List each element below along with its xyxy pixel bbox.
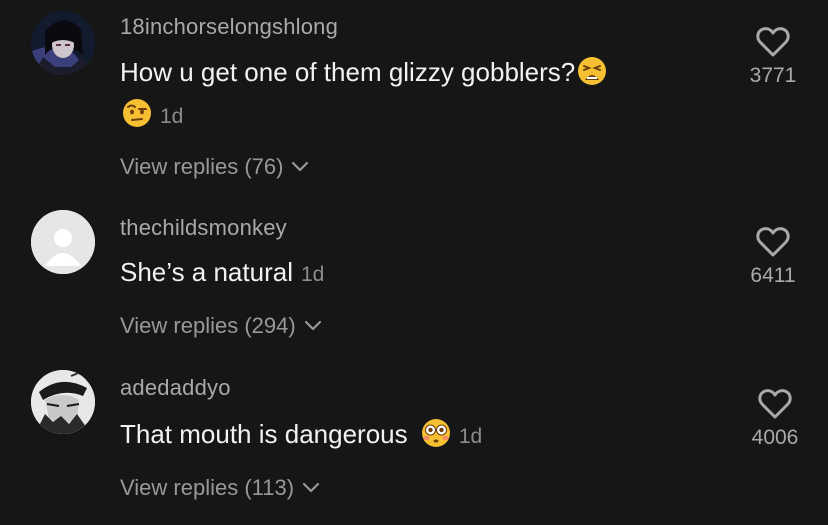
- anime-character-avatar-icon: [31, 11, 95, 75]
- comment-text-line: How u get one of them glizzy gobblers?: [120, 57, 576, 87]
- chevron-down-icon: [302, 482, 320, 493]
- default-user-avatar-icon: [31, 210, 95, 274]
- chevron-down-icon: [304, 320, 321, 331]
- like-count: 3771: [749, 64, 797, 87]
- chevron-down-icon: [292, 161, 309, 172]
- comment-text: She’s a natural 1d: [120, 256, 324, 291]
- view-replies-label: View replies (113): [120, 475, 295, 500]
- tired-face-emoji-icon: [578, 57, 607, 85]
- raised-eyebrow-emoji-icon: [123, 99, 151, 127]
- comment-text-line2: 1d: [120, 98, 183, 133]
- view-replies-label: View replies (76): [120, 154, 284, 179]
- heart-icon: [756, 27, 790, 57]
- heart-icon: [758, 389, 792, 419]
- like-button[interactable]: 6411: [738, 226, 808, 288]
- view-replies-button[interactable]: View replies (76): [120, 154, 309, 180]
- comment-timestamp: 1d: [160, 105, 184, 128]
- manga-character-avatar-icon: [31, 370, 95, 434]
- user-avatar[interactable]: [31, 370, 95, 434]
- comment-username[interactable]: thechildsmonkey: [120, 215, 287, 241]
- comment-text: How u get one of them glizzy gobblers?: [120, 56, 607, 88]
- like-button[interactable]: 3771: [738, 26, 808, 88]
- user-avatar[interactable]: [31, 11, 95, 75]
- like-count: 6411: [750, 264, 796, 287]
- flushed-face-emoji-icon: [421, 419, 450, 447]
- user-avatar[interactable]: [31, 210, 95, 274]
- comment-username[interactable]: adedaddyo: [120, 375, 231, 401]
- comment-item: thechildsmonkey She’s a natural 1d View r…: [0, 200, 828, 360]
- comment-item: 18inchorselongshlong How u get one of th…: [0, 0, 828, 200]
- comment-text-body: She’s a natural: [120, 257, 293, 287]
- heart-icon: [756, 227, 790, 257]
- like-button[interactable]: 4006: [740, 388, 810, 450]
- comment-text-body: That mouth is dangerous: [120, 419, 408, 449]
- comment-timestamp: 1d: [458, 425, 483, 448]
- comment-username[interactable]: 18inchorselongshlong: [120, 14, 338, 40]
- comment-text: That mouth is dangerous 1d: [120, 418, 482, 453]
- comment-item: adedaddyo That mouth is dangerous 1d Vie…: [0, 360, 828, 525]
- view-replies-label: View replies (294): [120, 313, 296, 338]
- comment-timestamp: 1d: [300, 263, 325, 286]
- view-replies-button[interactable]: View replies (113): [120, 475, 320, 501]
- view-replies-button[interactable]: View replies (294): [120, 313, 322, 339]
- like-count: 4006: [751, 426, 799, 449]
